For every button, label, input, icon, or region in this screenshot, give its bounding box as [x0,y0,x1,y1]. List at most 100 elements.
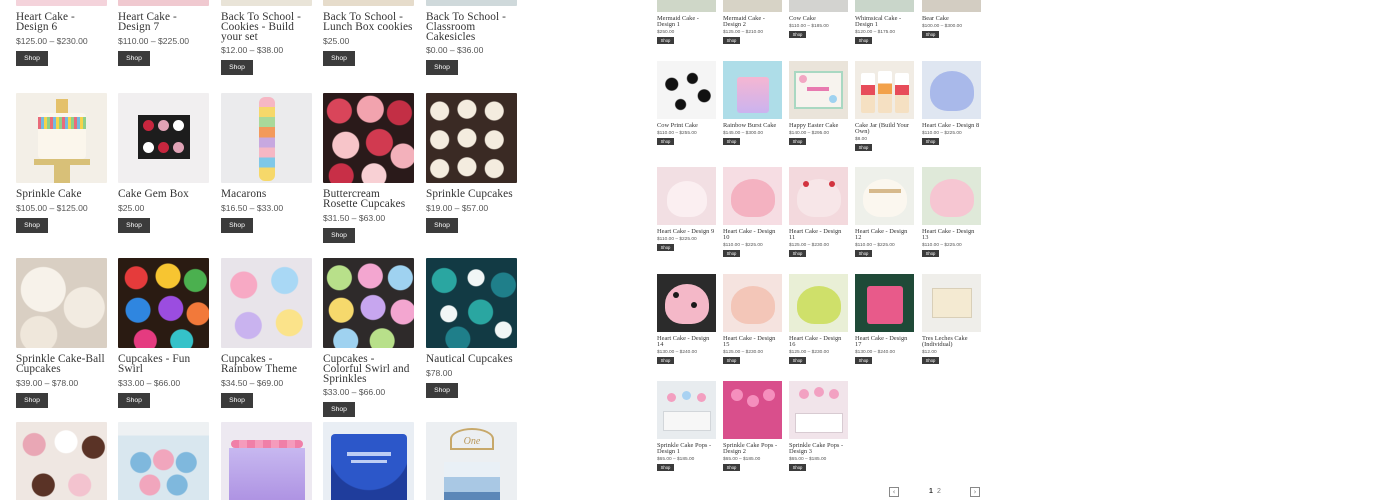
shop-button[interactable]: Shop [118,392,150,408]
product-title[interactable]: Back To School - Classroom Cakesicles [426,11,518,42]
shop-button[interactable]: Shop [789,357,806,365]
product-card[interactable]: Heart Cake - Design 12 $110.00 – $225.00… [855,167,915,258]
shop-button[interactable]: Shop [922,138,939,146]
product-card[interactable]: Buttercream Rosette Cupcakes $31.50 – $6… [323,93,415,243]
shop-button[interactable]: Shop [723,138,740,146]
product-title[interactable]: Mermaid Cake - Design 2 [723,15,783,28]
product-card[interactable] [118,422,210,500]
product-title[interactable]: Sprinkle Cake-Ball Cupcakes [16,353,108,375]
product-card[interactable]: Heart Cake - Design 6 $125.00 – $230.00 … [16,0,108,66]
product-title[interactable]: Happy Easter Cake [789,122,849,129]
product-title[interactable]: Sprinkle Cupcakes [426,188,518,200]
product-image[interactable] [723,274,782,332]
product-image[interactable] [657,167,716,225]
product-card[interactable]: Mermaid Cake - Design 1 $250.00 Shop [657,0,717,45]
product-title[interactable]: Whimsical Cake - Design 1 [855,15,915,28]
product-card[interactable]: Sprinkle Cake Pops - Design 2 $65.00 – $… [723,381,783,472]
product-image[interactable] [657,0,716,12]
product-image[interactable] [426,258,517,348]
product-title[interactable]: Cupcakes - Fun Swirl [118,353,210,375]
shop-button[interactable]: Shop [855,37,872,45]
product-image[interactable] [118,422,209,500]
product-card[interactable]: Heart Cake - Design 10 $110.00 – $225.00… [723,167,783,258]
product-card[interactable]: Mermaid Cake - Design 2 $125.00 – $210.0… [723,0,783,45]
product-card[interactable]: Heart Cake - Design 8 $110.00 – $225.00 … [922,61,982,146]
product-card[interactable]: Heart Cake - Design 13 $110.00 – $225.00… [922,167,982,258]
shop-button[interactable]: Shop [426,60,458,76]
product-title[interactable]: Tres Leches Cake (Individual) [922,335,982,348]
product-title[interactable]: Cupcakes - Rainbow Theme [221,353,313,375]
product-title[interactable]: Sprinkle Cake [16,188,108,200]
product-image[interactable] [221,0,312,6]
product-card[interactable]: Cake Gem Box $25.00 Shop [118,93,210,233]
product-title[interactable]: Back To School - Lunch Box cookies [323,11,415,33]
page-1-link[interactable]: 1 [929,488,933,495]
product-image[interactable] [789,381,848,439]
product-title[interactable]: Sprinkle Cake Pops - Design 2 [723,442,783,455]
product-card[interactable]: Sprinkle Cupcakes $19.00 – $57.00 Shop [426,93,518,233]
product-card[interactable] [221,422,313,500]
product-image[interactable] [723,381,782,439]
product-title[interactable]: Cow Print Cake [657,122,717,129]
shop-button[interactable]: Shop [789,138,806,146]
shop-button[interactable]: Shop [221,60,253,76]
product-card[interactable]: Sprinkle Cake Pops - Design 3 $65.00 – $… [789,381,849,472]
product-title[interactable]: Nautical Cupcakes [426,353,518,365]
product-card[interactable]: Heart Cake - Design 16 $125.00 – $230.00… [789,274,849,365]
product-title[interactable]: Cupcakes - Colorful Swirl and Sprinkles [323,353,415,384]
shop-button[interactable]: Shop [723,357,740,365]
shop-button[interactable]: Shop [789,250,806,258]
product-title[interactable]: Heart Cake - Design 9 [657,228,717,235]
product-card[interactable]: Heart Cake - Design 17 $130.00 – $240.00… [855,274,915,365]
chevron-left-icon[interactable]: ‹ [889,487,899,497]
product-card[interactable]: Sprinkle Cake-Ball Cupcakes $39.00 – $78… [16,258,108,408]
product-image[interactable]: One [426,422,517,500]
product-image[interactable] [323,258,414,348]
product-card[interactable]: Bear Cake $100.00 – $300.00 Shop [922,0,982,39]
product-image[interactable] [118,93,209,183]
product-image[interactable] [118,0,209,6]
product-card[interactable]: Cupcakes - Colorful Swirl and Sprinkles … [323,258,415,418]
product-image[interactable] [789,61,848,119]
product-card[interactable]: Cow Cake $110.00 – $185.00 Shop [789,0,849,39]
product-card[interactable]: Cupcakes - Rainbow Theme $34.50 – $69.00… [221,258,313,408]
product-card[interactable]: Cake Jar (Build Your Own) $8.00 Shop [855,61,915,152]
product-title[interactable]: Heart Cake - Design 16 [789,335,849,348]
product-title[interactable]: Cake Gem Box [118,188,210,200]
product-card[interactable]: Heart Cake - Design 11 $125.00 – $230.00… [789,167,849,258]
product-image[interactable] [723,167,782,225]
product-image[interactable] [16,93,107,183]
product-image[interactable] [16,422,107,500]
product-title[interactable]: Heart Cake - Design 15 [723,335,783,348]
product-card[interactable]: Heart Cake - Design 15 $125.00 – $230.00… [723,274,783,365]
product-card[interactable]: One [426,422,518,500]
shop-button[interactable]: Shop [16,217,48,233]
product-image[interactable] [657,381,716,439]
product-card[interactable]: Back To School - Lunch Box cookies $25.0… [323,0,415,66]
product-image[interactable] [855,274,914,332]
shop-button[interactable]: Shop [855,250,872,258]
product-image[interactable] [323,422,414,500]
product-card[interactable] [323,422,415,500]
product-image[interactable] [789,0,848,12]
product-title[interactable]: Buttercream Rosette Cupcakes [323,188,415,210]
product-title[interactable]: Heart Cake - Design 17 [855,335,915,348]
product-title[interactable]: Sprinkle Cake Pops - Design 3 [789,442,849,455]
shop-button[interactable]: Shop [118,50,150,66]
product-image[interactable] [16,258,107,348]
product-image[interactable] [118,258,209,348]
product-image[interactable] [922,167,981,225]
product-image[interactable] [922,0,981,12]
product-card[interactable]: Sprinkle Cake Pops - Design 1 $65.00 – $… [657,381,717,472]
product-card[interactable]: Back To School - Classroom Cakesicles $0… [426,0,518,76]
shop-button[interactable]: Shop [723,37,740,45]
product-image[interactable] [426,93,517,183]
product-image[interactable] [323,0,414,6]
product-card[interactable]: Heart Cake - Design 14 $130.00 – $240.00… [657,274,717,365]
product-title[interactable]: Heart Cake - Design 6 [16,11,108,33]
shop-button[interactable]: Shop [789,31,806,39]
product-image[interactable] [789,167,848,225]
shop-button[interactable]: Shop [16,392,48,408]
product-title[interactable]: Mermaid Cake - Design 1 [657,15,717,28]
shop-button[interactable]: Shop [118,217,150,233]
